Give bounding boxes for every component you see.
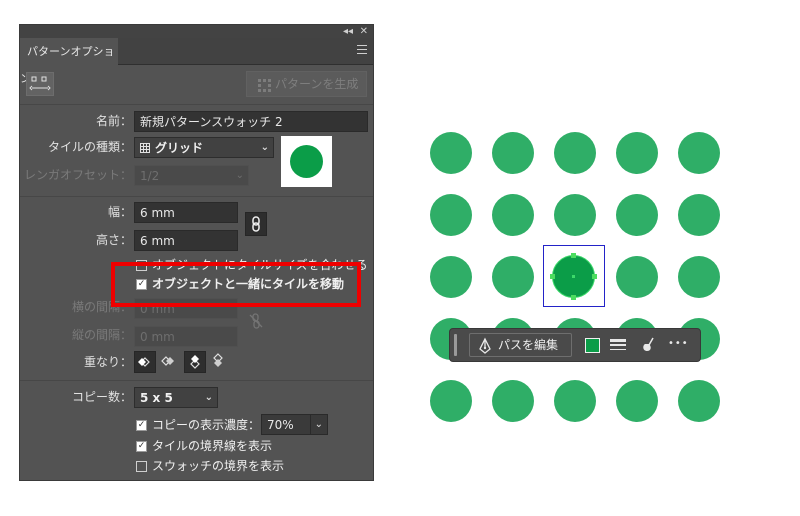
height-input[interactable]: 6 mm	[134, 230, 238, 251]
brick-offset-label: レンガオフセット：	[23, 168, 132, 182]
pattern-dot	[430, 256, 472, 298]
chevron-down-icon: ⌄	[314, 419, 323, 430]
panel-menu-icon[interactable]	[357, 45, 367, 55]
stroke-weight-icon[interactable]	[610, 338, 626, 353]
chevron-down-icon: ⌄	[204, 392, 213, 403]
pattern-dot	[678, 194, 720, 236]
show-swatch-bounds-checkbox[interactable]	[136, 461, 147, 472]
v-spacing-label: 縦の間隔：	[71, 328, 132, 342]
tab-pattern-options[interactable]: パターンオプション	[20, 38, 118, 85]
anchor-point-right[interactable]	[592, 274, 597, 279]
brick-offset-value: 1/2	[140, 169, 160, 183]
center-point	[572, 275, 575, 278]
highlight-box	[111, 262, 361, 307]
copies-select[interactable]: 5 x 5 ⌄	[134, 387, 218, 408]
pattern-dot	[492, 380, 534, 422]
pattern-dot	[616, 194, 658, 236]
overlap-right-front-button[interactable]	[158, 351, 180, 373]
pattern-grid-icon	[258, 79, 271, 92]
anchor-point-top[interactable]	[571, 253, 576, 258]
pattern-dot	[492, 256, 534, 298]
brick-offset-select[interactable]: 1/2 ⌄	[134, 165, 249, 186]
copies-label: コピー数：	[71, 390, 132, 404]
pattern-name-input[interactable]: 新規パターンスウォッチ 2	[134, 111, 368, 132]
pattern-dot	[430, 380, 472, 422]
chevron-down-icon: ⌄	[260, 142, 269, 153]
pattern-dot	[492, 132, 534, 174]
pattern-tile-tool-button[interactable]	[26, 72, 54, 96]
pattern-dot	[430, 194, 472, 236]
tile-type-label: タイルの種類：	[47, 140, 132, 154]
drag-handle[interactable]	[454, 334, 457, 356]
pattern-dot	[616, 380, 658, 422]
unlinked-chain-icon[interactable]	[247, 312, 265, 330]
pattern-dot	[616, 132, 658, 174]
copies-value: 5 x 5	[140, 391, 173, 405]
overlap-left-icon	[138, 357, 150, 367]
overlap-top-front-button[interactable]	[184, 351, 206, 373]
overlap-right-icon	[161, 356, 174, 366]
overlap-left-front-button[interactable]	[134, 351, 156, 373]
edit-path-button[interactable]: パスを編集	[469, 333, 572, 357]
pattern-dot	[616, 256, 658, 298]
separator	[20, 104, 373, 105]
more-options-icon[interactable]: •••	[668, 336, 689, 352]
overlap-top-icon	[190, 355, 200, 369]
dim-copies-value: 70%	[267, 418, 294, 432]
pattern-dot	[430, 132, 472, 174]
recolor-icon[interactable]	[640, 336, 656, 354]
panel-tab-bar: パターンオプション	[20, 38, 373, 85]
v-spacing-input[interactable]: 0 mm	[134, 326, 238, 347]
overlap-label: 重なり：	[83, 355, 132, 369]
link-proportions-button[interactable]	[245, 212, 267, 236]
collapse-panel-icon[interactable]: ◂◂	[343, 25, 353, 38]
chain-link-icon	[252, 216, 260, 232]
show-tile-edge-checkbox[interactable]: ✓	[136, 441, 147, 452]
pen-tool-icon	[479, 337, 491, 354]
tile-preview-circle	[290, 145, 323, 178]
generate-pattern-button[interactable]: パターンを生成	[246, 71, 367, 97]
panel-title-strip: ◂◂ ✕	[20, 25, 373, 38]
contextual-task-bar: パスを編集 •••	[449, 328, 701, 362]
dim-copies-select[interactable]: 70% ⌄	[261, 414, 328, 435]
pattern-dot	[678, 256, 720, 298]
close-panel-icon[interactable]: ✕	[360, 25, 368, 38]
generate-pattern-label: パターンを生成	[275, 77, 359, 91]
pattern-dot	[492, 194, 534, 236]
pattern-dot	[678, 132, 720, 174]
width-input[interactable]: 6 mm	[134, 202, 238, 223]
pattern-dot	[678, 380, 720, 422]
anchor-point-left[interactable]	[550, 274, 555, 279]
dim-copies-checkbox[interactable]: ✓	[136, 420, 147, 431]
tile-type-value: グリッド	[155, 141, 204, 155]
anchor-point-bottom[interactable]	[571, 295, 576, 300]
pattern-dot	[554, 132, 596, 174]
overlap-bottom-front-button[interactable]	[208, 351, 230, 373]
pattern-dot	[554, 380, 596, 422]
show-swatch-bounds-label: スウォッチの境界を表示	[152, 459, 285, 473]
tile-type-select[interactable]: グリッド ⌄	[134, 137, 274, 158]
select-divider	[310, 414, 311, 435]
width-label: 幅：	[107, 205, 132, 219]
separator	[20, 196, 373, 197]
separator	[20, 380, 373, 381]
dim-copies-label: コピーの表示濃度：	[152, 418, 261, 432]
show-tile-edge-label: タイルの境界線を表示	[152, 439, 273, 453]
name-label: 名前：	[95, 114, 132, 128]
tile-preview-swatch	[281, 136, 332, 187]
pattern-tile-tool-icon	[29, 76, 51, 91]
height-label: 高さ：	[95, 233, 132, 247]
overlap-bottom-icon	[213, 353, 223, 367]
fill-color-swatch[interactable]	[585, 338, 600, 353]
grid-icon	[140, 143, 150, 153]
pattern-options-panel: ◂◂ ✕ パターンオプション パターンを生成 名前： 新規パターンスウォッチ 2…	[19, 24, 374, 481]
chevron-down-icon: ⌄	[235, 170, 244, 181]
pattern-dot	[554, 194, 596, 236]
edit-path-label: パスを編集	[498, 338, 559, 352]
